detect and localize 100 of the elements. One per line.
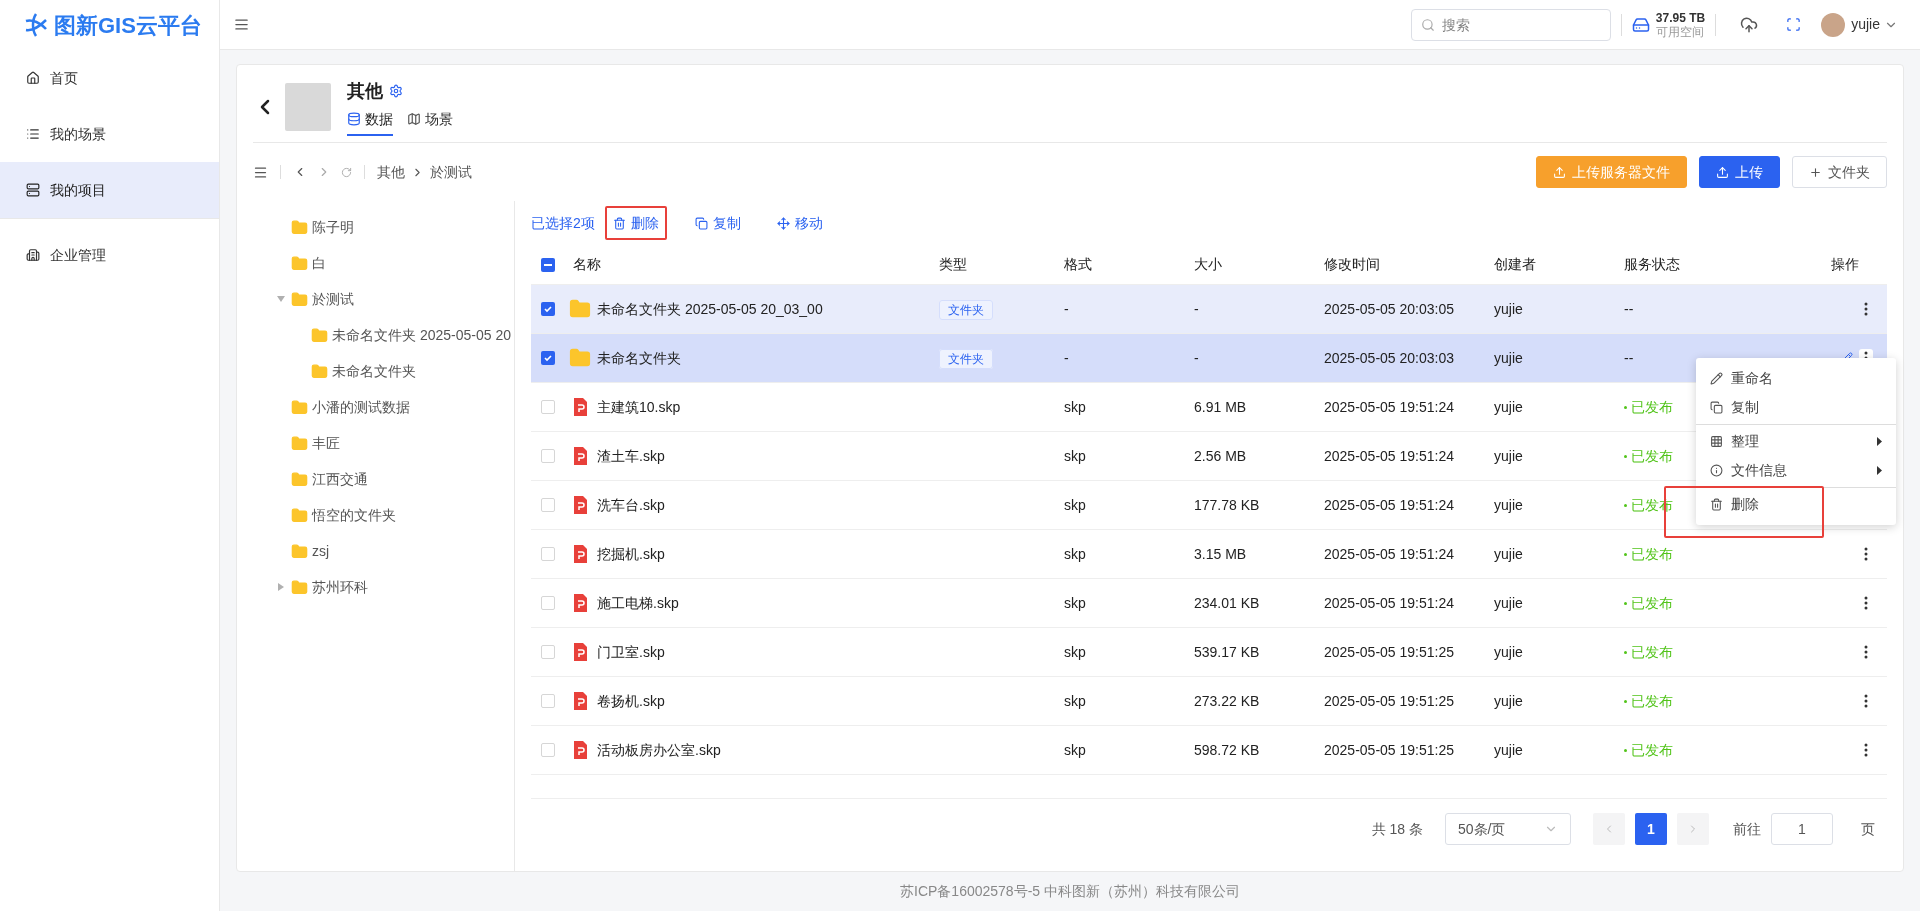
file-name[interactable]: 主建筑10.skp <box>597 396 681 418</box>
folder-icon <box>569 347 591 369</box>
sidebar-item[interactable]: 我的项目 <box>0 162 219 218</box>
format-cell-text: skp <box>1064 544 1087 564</box>
menu-item[interactable]: 复制 <box>1696 393 1896 422</box>
file-name[interactable]: 施工电梯.skp <box>597 592 679 614</box>
status-cell-text: -- <box>1624 348 1634 368</box>
format-cell-text: skp <box>1064 691 1087 711</box>
tree-item[interactable]: 悟空的文件夹 <box>312 504 396 526</box>
tree-item[interactable]: 小潘的测试数据 <box>312 396 410 418</box>
selection-action[interactable]: 删除 <box>604 206 667 240</box>
menu-item[interactable]: 文件信息 <box>1696 456 1896 485</box>
row-checkbox[interactable] <box>541 400 555 414</box>
folder-icon <box>311 326 328 344</box>
row-checkbox[interactable] <box>541 498 555 512</box>
file-name[interactable]: 洗车台.skp <box>597 494 665 516</box>
tab[interactable]: 场景 <box>407 108 453 136</box>
tree-item[interactable]: 未命名文件夹 2025-05-05 20 <box>332 324 511 346</box>
menu-item[interactable]: 删除 <box>1696 490 1896 519</box>
row-checkbox[interactable] <box>541 351 555 365</box>
creator-cell-text: yujie <box>1494 495 1524 515</box>
user-avatar[interactable] <box>1821 12 1846 37</box>
cloud-upload-icon[interactable] <box>1740 15 1759 34</box>
tree-item[interactable]: 丰匠 <box>312 432 340 454</box>
goto-page-field[interactable]: 1 <box>1771 813 1833 845</box>
tab[interactable]: 数据 <box>347 108 393 136</box>
creator-cell-text: yujie <box>1494 299 1524 319</box>
fullscreen-icon[interactable] <box>1786 17 1802 32</box>
check-icon <box>543 353 553 363</box>
info-icon <box>1710 464 1723 477</box>
tree-item[interactable]: 陈子明 <box>312 216 354 238</box>
more-icon <box>1864 694 1868 708</box>
row-checkbox[interactable] <box>541 302 555 316</box>
modified-cell-text: 2025-05-05 19:51:25 <box>1324 740 1455 760</box>
status-cell: 已发布 <box>1624 739 1673 761</box>
file-name[interactable]: 挖掘机.skp <box>597 543 665 565</box>
modified-cell-text: 2025-05-05 20:03:05 <box>1324 299 1455 319</box>
row-checkbox[interactable] <box>541 257 555 272</box>
tree-item[interactable]: zsj <box>312 540 330 562</box>
app-name: 图新GIS云平台 <box>54 11 202 40</box>
file-name[interactable]: 未命名文件夹 <box>597 347 681 369</box>
page-size-select[interactable]: 50条/页 <box>1445 813 1571 845</box>
tree-item[interactable]: 江西交通 <box>312 468 368 490</box>
status-cell: 已发布 <box>1624 445 1673 467</box>
action-button[interactable]: 文件夹 <box>1792 156 1887 188</box>
total-count: 共 18 条 <box>1371 819 1423 839</box>
check-icon <box>543 304 553 314</box>
file-name[interactable]: 活动板房办公室.skp <box>597 739 721 761</box>
menu-icon[interactable] <box>234 17 249 32</box>
list-icon[interactable] <box>253 164 268 180</box>
user-name[interactable]: yujie <box>1851 14 1880 35</box>
row-checkbox[interactable] <box>541 743 555 757</box>
size-cell-text: 177.78 KB <box>1194 495 1261 515</box>
status-cell: 已发布 <box>1624 641 1673 663</box>
menu-item[interactable]: 重命名 <box>1696 364 1896 393</box>
size-cell-text: - <box>1194 348 1200 368</box>
row-checkbox[interactable] <box>541 645 555 659</box>
selection-action[interactable]: 移动 <box>768 206 831 240</box>
upload-icon <box>1553 165 1566 179</box>
sidebar-item[interactable]: 首页 <box>0 50 219 106</box>
project-title: 其他 <box>347 79 383 103</box>
project-thumbnail <box>285 82 331 131</box>
selection-action[interactable]: 复制 <box>686 206 749 240</box>
file-name[interactable]: 卷扬机.skp <box>597 690 665 712</box>
row-checkbox[interactable] <box>541 694 555 708</box>
caret-icon[interactable] <box>278 583 284 591</box>
column-header: 操作 <box>1830 255 1860 274</box>
column-header: 大小 <box>1194 255 1223 274</box>
tree-item[interactable]: 苏州环科 <box>312 576 368 598</box>
tree-item[interactable]: 於测试 <box>312 288 354 310</box>
settings-icon[interactable] <box>389 84 403 98</box>
breadcrumb-item[interactable]: 於测试 <box>430 161 472 183</box>
format-cell-text: - <box>1064 348 1070 368</box>
caret-icon[interactable] <box>277 296 285 302</box>
modified-cell-text: 2025-05-05 19:51:25 <box>1324 642 1455 662</box>
file-name[interactable]: 渣土车.skp <box>597 445 665 467</box>
tree-item[interactable]: 未命名文件夹 <box>332 360 416 382</box>
row-checkbox[interactable] <box>541 596 555 610</box>
sidebar-item[interactable]: 我的场景 <box>0 106 219 162</box>
menu-item[interactable]: 整理 <box>1696 427 1896 456</box>
selection-count: 已选择2项 <box>531 213 595 233</box>
file-name[interactable]: 门卫室.skp <box>597 641 665 663</box>
format-cell-text: - <box>1064 299 1070 319</box>
file-name[interactable]: 未命名文件夹 2025-05-05 20_03_00 <box>597 298 823 320</box>
more-icon <box>1864 547 1868 561</box>
tree-item[interactable]: 白 <box>312 252 326 274</box>
page-button[interactable]: 1 <box>1635 813 1667 845</box>
storage-label: 可用空间 <box>1655 24 1705 39</box>
column-header: 创建者 <box>1494 255 1537 274</box>
breadcrumb-item[interactable]: 其他 <box>377 161 405 183</box>
row-checkbox[interactable] <box>541 449 555 463</box>
search-field[interactable]: 搜索 <box>1410 8 1611 41</box>
type-tag: 文件夹 <box>939 348 993 369</box>
action-button[interactable]: 上传 <box>1699 156 1780 188</box>
sidebar-item[interactable]: 企业管理 <box>0 227 219 283</box>
modified-cell-text: 2025-05-05 19:51:24 <box>1324 544 1455 564</box>
column-header: 格式 <box>1064 255 1093 274</box>
folder-icon <box>291 398 308 416</box>
format-cell-text: skp <box>1064 642 1087 662</box>
row-checkbox[interactable] <box>541 547 555 561</box>
